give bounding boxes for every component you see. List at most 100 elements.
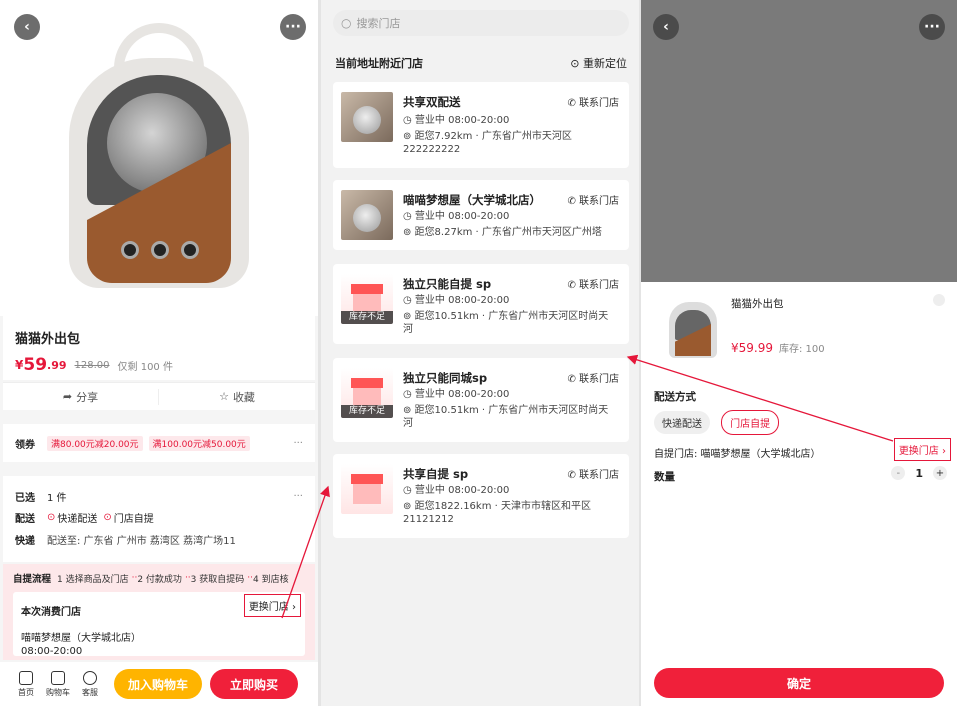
plus-button[interactable]: + <box>933 466 947 480</box>
locate-icon: ⊙ <box>570 57 580 70</box>
dim-overlay[interactable] <box>641 0 957 282</box>
store-name: 共享自提 sp <box>403 467 469 481</box>
phone-icon: ✆ <box>567 98 579 109</box>
clock-icon: ◷ <box>403 295 415 306</box>
clock-icon: ◷ <box>403 485 415 496</box>
product-detail-screen: ‹ ··· 猫猫外出包 ¥ 59 .99 128.00 仅剩 100 件 ➦ 分享… <box>0 0 318 706</box>
delivery-option-pickup[interactable]: 门店自提 <box>114 510 154 525</box>
bottom-action-bar: 首页 购物车 客服 加入购物车 立即购买 <box>0 662 318 706</box>
store-name: 喵喵梦想屋（大学城北店） <box>21 633 141 644</box>
favorite-button[interactable]: ☆ 收藏 <box>159 389 315 405</box>
chevron-right-icon: › <box>288 602 296 613</box>
flow-step: 4 到店核 <box>253 574 289 585</box>
remaining-stock: 仅剩 100 件 <box>117 361 173 373</box>
location-icon: ⊚ <box>403 131 415 142</box>
chat-icon <box>83 670 97 685</box>
buy-now-button[interactable]: 立即购买 <box>210 669 298 699</box>
price-integer: 59 <box>23 355 48 375</box>
contact-store-button[interactable]: ✆ 联系门店 <box>567 370 619 385</box>
radio-icon: ⊙ <box>47 511 56 523</box>
contact-store-button[interactable]: ✆ 联系门店 <box>567 94 619 109</box>
sheet-product-image <box>663 296 723 362</box>
selected-row[interactable]: 已选 1 件 ··· <box>15 486 303 506</box>
tab-service[interactable]: 客服 <box>74 670 106 698</box>
pet-backpack-image <box>59 23 259 293</box>
store-card: 本次消费门店 更换门店 › 喵喵梦想屋（大学城北店） 08:00-20:00 <box>13 592 305 657</box>
flow-step: 2 付款成功 <box>137 574 182 585</box>
chevron-right-icon: › <box>938 446 946 457</box>
delivery-option-express[interactable]: 快递配送 <box>57 510 97 525</box>
share-icon: ➦ <box>62 390 73 403</box>
share-button[interactable]: ➦ 分享 <box>3 388 159 405</box>
delivery-row: 配送 ⊙ 快递配送 ⊙ 门店自提 <box>15 510 154 525</box>
location-icon: ⊚ <box>403 405 415 416</box>
contact-store-button[interactable]: ✆ 联系门店 <box>567 466 619 481</box>
sheet-stock: 库存: 100 <box>779 344 825 355</box>
option-pickup[interactable]: 门店自提 <box>721 410 780 435</box>
cart-icon <box>51 670 65 685</box>
store-thumbnail: 库存不足 <box>341 368 393 418</box>
change-store-button[interactable]: 更换门店 › <box>893 438 951 461</box>
confirm-button[interactable]: 确定 <box>654 668 944 698</box>
store-card-title: 本次消费门店 <box>21 607 81 618</box>
store-item[interactable]: 共享双配送 ✆ 联系门店 ◷ 营业中 08:00-20:00 ⊚ 距您7.92k… <box>333 82 629 168</box>
add-to-cart-button[interactable]: 加入购物车 <box>114 669 202 699</box>
product-info: 猫猫外出包 ¥ 59 .99 128.00 仅剩 100 件 <box>3 316 315 380</box>
store-name: 独立只能同城sp <box>403 371 488 385</box>
store-thumbnail <box>341 92 393 142</box>
location-icon: ⊚ <box>403 311 415 322</box>
search-input[interactable]: ○ 搜索门店 <box>333 10 629 36</box>
contact-store-button[interactable]: ✆ 联系门店 <box>567 192 619 207</box>
coupon-more-icon: ··· <box>293 437 303 449</box>
store-thumbnail: 库存不足 <box>341 274 393 324</box>
back-icon[interactable]: ‹ <box>653 14 679 40</box>
home-icon <box>19 670 33 685</box>
change-store-button[interactable]: 更换门店 › <box>243 594 301 617</box>
store-item[interactable]: 库存不足 独立只能自提 sp ✆ 联系门店 ◷ 营业中 08:00-20:00 … <box>333 264 629 344</box>
sheet-product-name: 猫猫外出包 <box>731 298 784 310</box>
sheet-price: ¥59.99 <box>731 340 773 355</box>
price-decimal: .99 <box>47 358 67 372</box>
delivery-method-title: 配送方式 <box>654 391 696 403</box>
store-name: 喵喵梦想屋（大学城北店） <box>403 193 541 207</box>
more-icon[interactable]: ··· <box>919 14 945 40</box>
minus-button[interactable]: - <box>891 466 906 480</box>
location-icon: ⊚ <box>403 227 415 238</box>
more-icon[interactable]: ··· <box>280 14 306 40</box>
selection-section: 已选 1 件 ··· 配送 ⊙ 快递配送 ⊙ 门店自提 快递 配送至: 广东省 … <box>3 476 315 562</box>
phone-icon: ✆ <box>567 196 579 207</box>
store-hours: 08:00-20:00 <box>21 646 83 657</box>
clock-icon: ◷ <box>403 211 415 222</box>
shipping-row: 快递 配送至: 广东省 广州市 荔湾区 荔湾广场11 <box>15 535 236 547</box>
tab-home[interactable]: 首页 <box>10 670 42 698</box>
store-item[interactable]: 共享自提 sp ✆ 联系门店 ◷ 营业中 08:00-20:00 ⊚ 距您182… <box>333 454 629 538</box>
store-name: 共享双配送 <box>403 95 461 109</box>
search-icon: ○ <box>341 16 352 30</box>
option-express[interactable]: 快递配送 <box>654 411 710 434</box>
clock-icon: ◷ <box>403 389 415 400</box>
close-icon[interactable] <box>933 294 945 306</box>
out-of-stock-badge: 库存不足 <box>341 311 393 324</box>
star-icon: ☆ <box>219 390 229 403</box>
store-name: 独立只能自提 sp <box>403 277 492 291</box>
phone-icon: ✆ <box>567 280 579 291</box>
quantity-label: 数量 <box>654 471 675 483</box>
back-icon[interactable]: ‹ <box>14 14 40 40</box>
original-price: 128.00 <box>74 359 110 371</box>
tab-cart[interactable]: 购物车 <box>42 670 74 698</box>
store-item[interactable]: 喵喵梦想屋（大学城北店） ✆ 联系门店 ◷ 营业中 08:00-20:00 ⊚ … <box>333 180 629 250</box>
flow-step: 1 选择商品及门店 <box>57 574 129 585</box>
coupon-row[interactable]: 领券 满80.00元减20.00元 满100.00元减50.00元 ··· <box>3 424 315 462</box>
flow-step: 3 获取自提码 <box>190 574 245 585</box>
store-thumbnail <box>341 190 393 240</box>
price-symbol: ¥ <box>15 358 24 372</box>
radio-icon: ⊙ <box>103 511 112 523</box>
quantity-stepper: - 1 + <box>891 466 947 480</box>
phone-icon: ✆ <box>567 374 579 385</box>
pickup-flow-label: 自提流程 <box>13 574 52 585</box>
relocate-button[interactable]: ⊙ 重新定位 <box>570 55 627 71</box>
store-item[interactable]: 库存不足 独立只能同城sp ✆ 联系门店 ◷ 营业中 08:00-20:00 ⊚… <box>333 358 629 442</box>
more-icon: ··· <box>293 490 303 502</box>
product-name: 猫猫外出包 <box>15 332 81 347</box>
contact-store-button[interactable]: ✆ 联系门店 <box>567 276 619 291</box>
